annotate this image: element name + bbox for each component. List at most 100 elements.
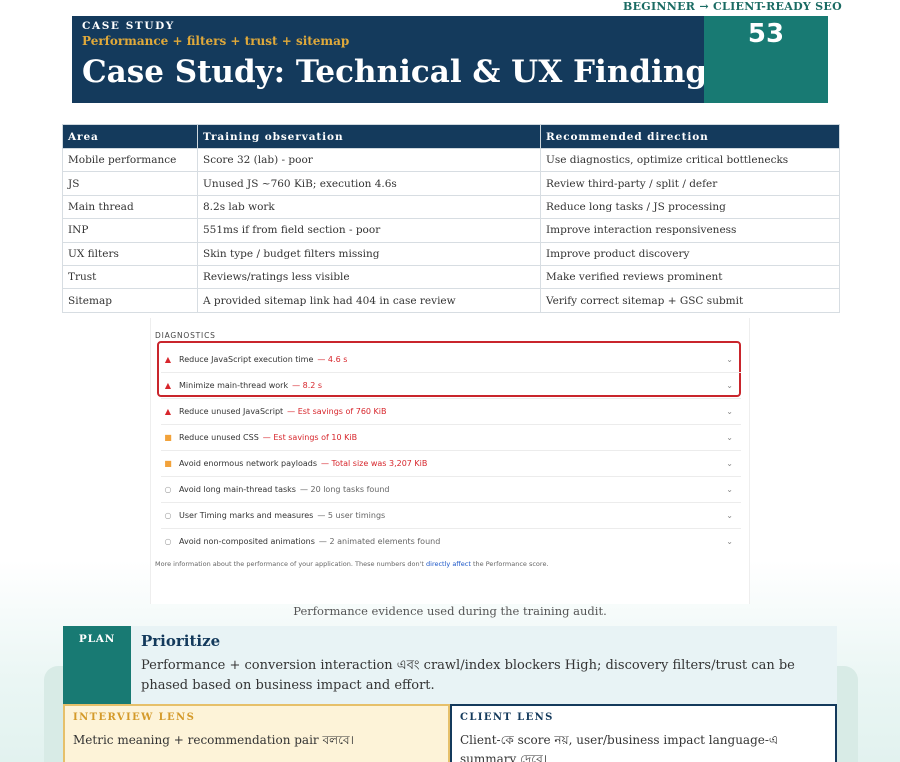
client-lens-text: Client-কে score নয়, user/business impac… [460, 733, 779, 762]
table-cell: Use diagnostics, optimize critical bottl… [540, 147, 840, 173]
table-row: Main thread 8.2s lab work Reduce long ta… [62, 194, 840, 220]
divider [161, 528, 741, 529]
table-cell: Review third-party / split / defer [540, 171, 840, 196]
diagnostic-label: Reduce JavaScript execution time [179, 354, 314, 364]
chevron-down-icon[interactable]: ⌄ [726, 485, 733, 494]
diagnostic-item[interactable]: ■ Avoid enormous network payloads — Tota… [161, 456, 741, 470]
divider [161, 502, 741, 503]
diagnostics-heading: DIAGNOSTICS [155, 331, 216, 340]
table-cell: INP [62, 218, 198, 243]
client-lens-heading: CLIENT LENS [460, 712, 554, 723]
diagnostic-label: Reduce unused CSS [179, 432, 259, 442]
table-row: JS Unused JS ~760 KiB; execution 4.6s Re… [62, 171, 840, 196]
table-cell: Sitemap [62, 288, 198, 313]
footer-link[interactable]: directly affect [426, 560, 471, 568]
diagnostic-value: — 4.6 s [317, 354, 348, 364]
banner-eyebrow: CASE STUDY [82, 20, 175, 32]
table-row: UX filters Skin type / budget filters mi… [62, 241, 840, 266]
orange-square-icon: ■ [164, 432, 172, 442]
diagnostic-label: User Timing marks and measures [179, 510, 314, 520]
slide-number-box: 53 [704, 16, 828, 103]
diagnostic-item[interactable]: ▲ Reduce unused JavaScript — Est savings… [161, 404, 741, 418]
client-lens-box: CLIENT LENS Client-কে score নয়, user/bu… [450, 704, 837, 762]
diagnostic-label: Avoid long main-thread tasks [179, 484, 296, 494]
diagnostic-value: — Est savings of 10 KiB [262, 432, 358, 442]
interview-lens-text: Metric meaning + recommendation pair বলব… [73, 733, 354, 747]
diagnostic-label: Avoid non-composited animations [179, 536, 315, 546]
table-header: Training observation [197, 124, 541, 149]
table-cell: Trust [62, 264, 198, 290]
divider [161, 372, 741, 373]
diagnostics-screenshot: DIAGNOSTICS ▲ Reduce JavaScript executio… [150, 318, 750, 604]
table-cell: Reviews/ratings less visible [197, 264, 541, 290]
table-cell: Improve interaction responsiveness [540, 218, 840, 243]
grey-circle-icon: ○ [164, 510, 172, 520]
table-cell: Unused JS ~760 KiB; execution 4.6s [197, 171, 541, 196]
divider [161, 424, 741, 425]
figure-caption: Performance evidence used during the tra… [293, 604, 607, 618]
diagnostic-item[interactable]: ▲ Reduce JavaScript execution time — 4.6… [161, 352, 741, 366]
grey-circle-icon: ○ [164, 484, 172, 494]
table-cell: 8.2s lab work [197, 194, 541, 220]
plan-title: Prioritize [141, 632, 221, 650]
table-cell: Verify correct sitemap + GSC submit [540, 288, 840, 313]
chevron-down-icon[interactable]: ⌄ [726, 381, 733, 390]
grey-circle-icon: ○ [164, 536, 172, 546]
red-triangle-icon: ▲ [164, 406, 172, 416]
table-cell: Improve product discovery [540, 241, 840, 266]
chevron-down-icon[interactable]: ⌄ [726, 459, 733, 468]
title-banner: CASE STUDY Performance + filters + trust… [72, 16, 828, 103]
diagnostic-item[interactable]: ○ Avoid long main-thread tasks — 20 long… [161, 482, 741, 496]
course-tag: BEGINNER → CLIENT-READY SEO [622, 0, 842, 13]
page-title: Case Study: Technical & UX Findings [82, 54, 725, 90]
diagnostic-value: — 8.2 s [292, 380, 323, 390]
table-cell: UX filters [62, 241, 198, 266]
diagnostic-item[interactable]: ▲ Minimize main-thread work — 8.2 s ⌄ [161, 378, 741, 392]
diagnostic-label: Minimize main-thread work [179, 380, 289, 390]
table-cell: Main thread [62, 194, 198, 220]
table-cell: 551ms if from field section - poor [197, 218, 541, 243]
chevron-down-icon[interactable]: ⌄ [726, 511, 733, 520]
table-cell: JS [62, 171, 198, 196]
diagnostic-value: — Est savings of 760 KiB [287, 406, 387, 416]
table-cell: Skin type / budget filters missing [197, 241, 541, 266]
table-row: Sitemap A provided sitemap link had 404 … [62, 288, 840, 313]
plan-callout: PLAN Prioritize Performance + conversion… [63, 626, 837, 704]
banner-subtitle: Performance + filters + trust + sitemap [82, 34, 350, 48]
table-header-row: Area Training observation Recommended di… [62, 124, 840, 149]
diagnostics-footer: More information about the performance o… [155, 560, 549, 568]
divider [161, 398, 741, 399]
footer-text: the Performance score. [472, 560, 549, 568]
table-header: Recommended direction [540, 124, 840, 149]
diagnostic-value: — 20 long tasks found [299, 484, 390, 494]
diagnostic-value: — 2 animated elements found [318, 536, 441, 546]
chevron-down-icon[interactable]: ⌄ [726, 433, 733, 442]
chevron-down-icon[interactable]: ⌄ [726, 355, 733, 364]
table-row: Mobile performance Score 32 (lab) - poor… [62, 147, 840, 173]
diagnostic-label: Reduce unused JavaScript [179, 406, 284, 416]
chevron-down-icon[interactable]: ⌄ [726, 407, 733, 416]
diagnostic-label: Avoid enormous network payloads [179, 458, 317, 468]
red-triangle-icon: ▲ [164, 380, 172, 390]
diagnostic-item[interactable]: ■ Reduce unused CSS — Est savings of 10 … [161, 430, 741, 444]
chevron-down-icon[interactable]: ⌄ [726, 537, 733, 546]
divider [161, 450, 741, 451]
table-cell: Make verified reviews prominent [540, 264, 840, 290]
table-cell: Score 32 (lab) - poor [197, 147, 541, 173]
diagnostic-value: — 5 user timings [317, 510, 386, 520]
slide-number: 53 [747, 19, 785, 49]
interview-lens-box: INTERVIEW LENS Metric meaning + recommen… [63, 704, 450, 762]
orange-square-icon: ■ [164, 458, 172, 468]
table-cell: A provided sitemap link had 404 in case … [197, 288, 541, 313]
plan-tag: PLAN [63, 626, 131, 704]
diagnostic-item[interactable]: ○ Avoid non-composited animations — 2 an… [161, 534, 741, 548]
red-triangle-icon: ▲ [164, 354, 172, 364]
table-row: Trust Reviews/ratings less visible Make … [62, 264, 840, 290]
table-cell: Mobile performance [62, 147, 198, 173]
table-row: INP 551ms if from field section - poor I… [62, 218, 840, 243]
plan-text: Performance + conversion interaction এবং… [141, 658, 795, 693]
divider [161, 476, 741, 477]
diagnostic-item[interactable]: ○ User Timing marks and measures — 5 use… [161, 508, 741, 522]
findings-table: Area Training observation Recommended di… [62, 124, 840, 313]
table-cell: Reduce long tasks / JS processing [540, 194, 840, 220]
